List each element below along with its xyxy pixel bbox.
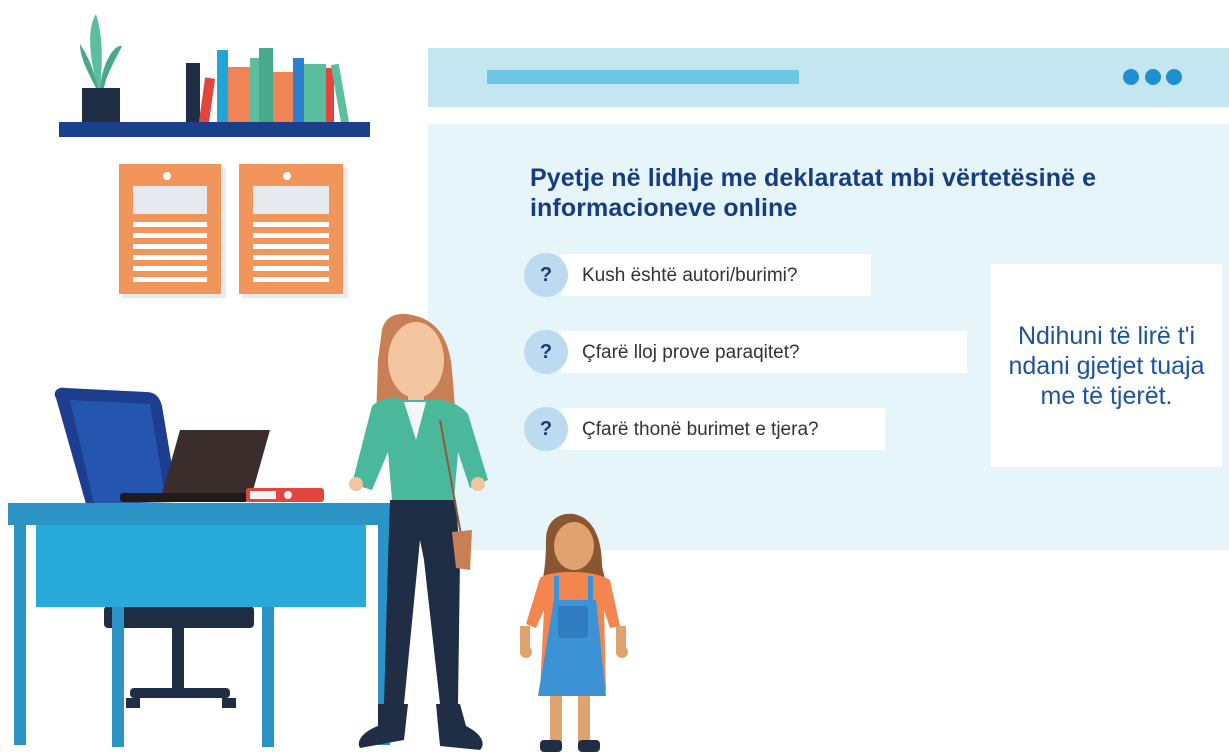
child-figure xyxy=(520,513,628,752)
woman-figure xyxy=(349,313,488,750)
people-desk-illustration xyxy=(8,313,628,752)
